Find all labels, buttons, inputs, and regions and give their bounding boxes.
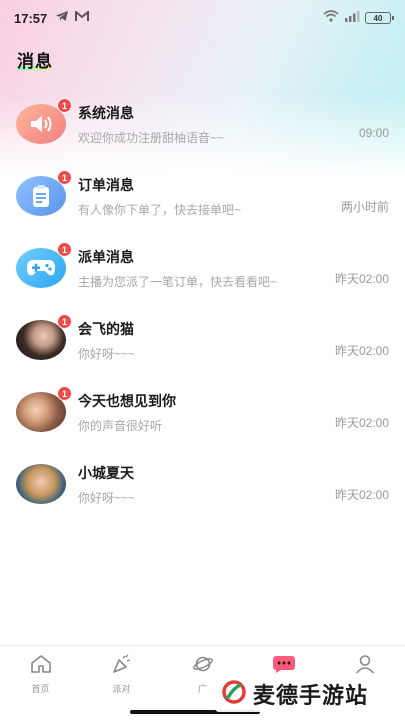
message-name: 系统消息 bbox=[78, 104, 134, 121]
planet-icon bbox=[192, 654, 214, 679]
status-time: 17:57 bbox=[14, 10, 48, 26]
message-name: 会飞的猫 bbox=[78, 320, 134, 337]
message-name: 小城夏天 bbox=[78, 464, 134, 481]
message-row-order[interactable]: 1 订单消息 有人像你下单了，快去接单吧~ 两小时前 bbox=[0, 160, 405, 232]
message-time: 昨天02:00 bbox=[334, 272, 389, 286]
message-row-user[interactable]: 小城夏天 你好呀~~~ 昨天02:00 bbox=[0, 448, 405, 520]
status-bar: 17:57 40 bbox=[0, 0, 405, 36]
avatar bbox=[16, 459, 66, 509]
unread-badge: 1 bbox=[57, 98, 72, 113]
home-icon bbox=[30, 654, 52, 679]
avatar: 1 bbox=[16, 170, 72, 221]
message-time: 09:00 bbox=[358, 126, 389, 140]
message-time: 昨天02:00 bbox=[334, 416, 389, 430]
battery-icon: 40 bbox=[365, 12, 394, 24]
user-avatar-photo bbox=[16, 464, 66, 504]
avatar: 1 bbox=[16, 242, 72, 293]
gmail-icon bbox=[75, 9, 90, 27]
message-time: 昨天02:00 bbox=[334, 488, 389, 502]
tab-label: 广 bbox=[197, 684, 207, 694]
tab-label: 派对 bbox=[112, 684, 131, 694]
avatar: 1 bbox=[16, 386, 72, 437]
party-icon bbox=[111, 654, 133, 679]
message-name: 派单消息 bbox=[78, 248, 134, 265]
page-title: 消息 bbox=[17, 52, 53, 71]
unread-badge: 1 bbox=[57, 314, 72, 329]
unread-badge: 1 bbox=[57, 386, 72, 401]
wifi-icon bbox=[323, 9, 339, 27]
message-preview: 欢迎你成功注册甜柚语音~~ bbox=[78, 130, 225, 145]
avatar: 1 bbox=[16, 98, 72, 149]
message-list: 1 系统消息 欢迎你成功注册甜柚语音~~ 09:00 1 订单消息 有人像你下单… bbox=[0, 88, 405, 520]
message-name: 今天也想见到你 bbox=[78, 392, 176, 409]
unread-badge: 1 bbox=[57, 170, 72, 185]
tab-home[interactable]: 首页 bbox=[0, 646, 81, 720]
tab-label: 首页 bbox=[31, 684, 50, 694]
message-row-user[interactable]: 1 会飞的猫 你好呀~~~ 昨天02:00 bbox=[0, 304, 405, 376]
signal-icon bbox=[344, 9, 360, 27]
telegram-icon bbox=[55, 9, 69, 27]
watermark: 麦德手游站 bbox=[215, 676, 375, 712]
message-row-user[interactable]: 1 今天也想见到你 你的声音很好听 昨天02:00 bbox=[0, 376, 405, 448]
watermark-text: 麦德手游站 bbox=[253, 683, 369, 708]
message-name: 订单消息 bbox=[78, 176, 134, 193]
message-time: 昨天02:00 bbox=[334, 344, 389, 358]
message-row-system[interactable]: 1 系统消息 欢迎你成功注册甜柚语音~~ 09:00 bbox=[0, 88, 405, 160]
avatar: 1 bbox=[16, 314, 72, 365]
unread-badge: 1 bbox=[57, 242, 72, 257]
message-row-dispatch[interactable]: 1 派单消息 主播为您派了一笔订单，快去看看吧~ 昨天02:00 bbox=[0, 232, 405, 304]
message-time: 两小时前 bbox=[340, 200, 389, 214]
tab-party[interactable]: 派对 bbox=[81, 646, 162, 720]
watermark-logo-icon bbox=[221, 679, 247, 710]
